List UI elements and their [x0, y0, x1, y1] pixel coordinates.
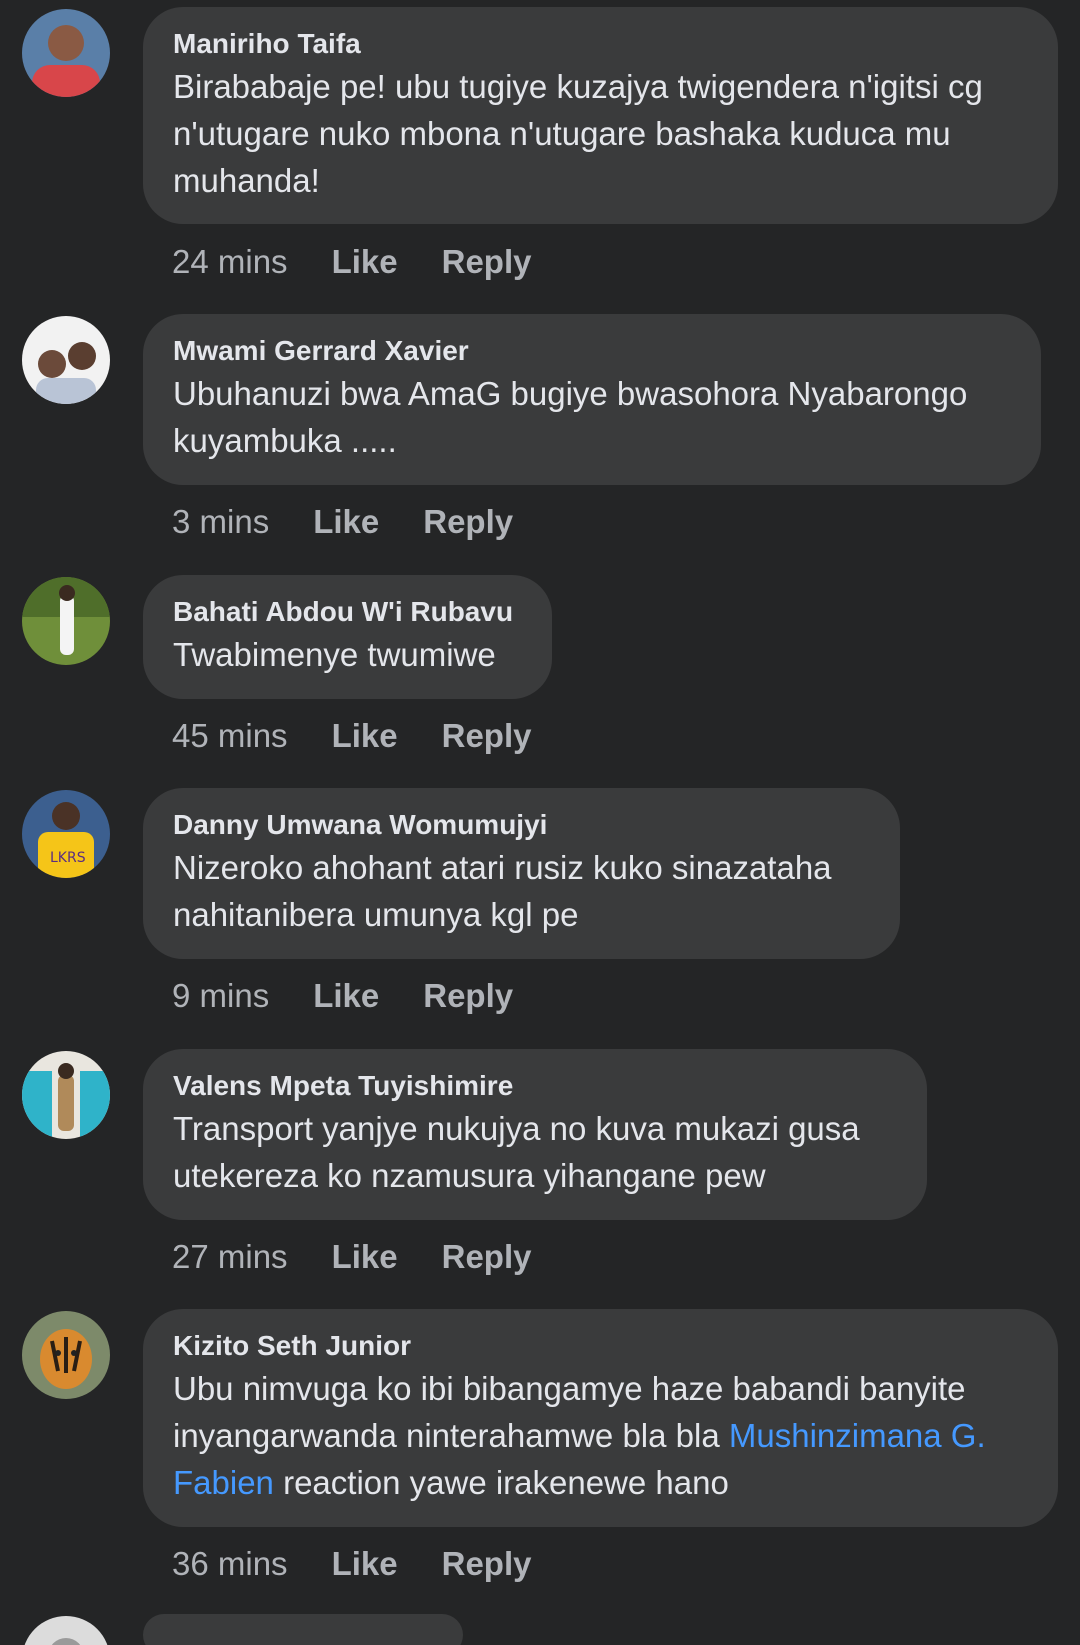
reply-button[interactable]: Reply [442, 1544, 532, 1584]
svg-text:LKRS: LKRS [50, 850, 86, 866]
comment-text-part: reaction yawe irakenewe hano [273, 1464, 729, 1501]
comment-author[interactable]: Mwami Gerrard Xavier [173, 334, 1011, 368]
comment-bubble: Mwami Gerrard Xavier Ubuhanuzi bwa AmaG … [143, 314, 1041, 485]
comment-bubble: Valens Mpeta Tuyishimire Transport yanjy… [143, 1049, 927, 1220]
comment-bubble: Kizito Seth Junior Ubu nimvuga ko ibi bi… [143, 1309, 1058, 1527]
comment-author[interactable]: Danny Umwana Womumujyi [173, 808, 870, 842]
comment-author[interactable]: Maniriho Taifa [173, 27, 1028, 61]
comment-time[interactable]: 9 mins [172, 976, 269, 1016]
comment-actions: 24 mins Like Reply [172, 242, 531, 282]
comment-bubble: Maniriho Taifa Birababaje pe! ubu tugiye… [143, 7, 1058, 224]
like-button[interactable]: Like [313, 976, 379, 1016]
reply-button[interactable]: Reply [423, 976, 513, 1016]
comment-actions: 36 mins Like Reply [172, 1544, 531, 1584]
reply-button[interactable]: Reply [442, 716, 532, 756]
avatar[interactable] [22, 9, 110, 97]
comment-time[interactable]: 3 mins [172, 502, 269, 542]
comment-author[interactable]: Kizito Seth Junior [173, 1329, 1028, 1363]
comment-time[interactable]: 45 mins [172, 716, 288, 756]
like-button[interactable]: Like [332, 242, 398, 282]
comment-bubble [143, 1614, 463, 1645]
comment-actions: 9 mins Like Reply [172, 976, 513, 1016]
like-button[interactable]: Like [332, 1237, 398, 1277]
reply-button[interactable]: Reply [423, 502, 513, 542]
comment-bubble: Danny Umwana Womumujyi Nizeroko ahohant … [143, 788, 900, 959]
avatar[interactable] [22, 1616, 110, 1645]
comment-text: Transport yanjye nukujya no kuva mukazi … [173, 1110, 860, 1194]
avatar[interactable] [22, 1051, 110, 1139]
comment-text: Nizeroko ahohant atari rusiz kuko sinaza… [173, 849, 832, 933]
avatar[interactable] [22, 577, 110, 665]
avatar[interactable] [22, 1311, 110, 1399]
comment-text: Birababaje pe! ubu tugiye kuzajya twigen… [173, 68, 983, 199]
comment-author[interactable]: Bahati Abdou W'i Rubavu [173, 595, 522, 629]
comment-bubble: Bahati Abdou W'i Rubavu Twabimenye twumi… [143, 575, 552, 699]
avatar[interactable] [22, 316, 110, 404]
comment-text: Ubuhanuzi bwa AmaG bugiye bwasohora Nyab… [173, 375, 968, 459]
avatar[interactable]: LKRS [22, 790, 110, 878]
reply-button[interactable]: Reply [442, 1237, 532, 1277]
reply-button[interactable]: Reply [442, 242, 532, 282]
comment-author[interactable]: Valens Mpeta Tuyishimire [173, 1069, 897, 1103]
comment-text: Twabimenye twumiwe [173, 636, 496, 673]
comment-time[interactable]: 24 mins [172, 242, 288, 282]
comment-actions: 45 mins Like Reply [172, 716, 531, 756]
comment-actions: 3 mins Like Reply [172, 502, 513, 542]
comment-time[interactable]: 36 mins [172, 1544, 288, 1584]
like-button[interactable]: Like [332, 716, 398, 756]
comment-text: Ubu nimvuga ko ibi bibangamye haze baban… [173, 1365, 1028, 1506]
like-button[interactable]: Like [332, 1544, 398, 1584]
comment-time[interactable]: 27 mins [172, 1237, 288, 1277]
like-button[interactable]: Like [313, 502, 379, 542]
comment-actions: 27 mins Like Reply [172, 1237, 531, 1277]
